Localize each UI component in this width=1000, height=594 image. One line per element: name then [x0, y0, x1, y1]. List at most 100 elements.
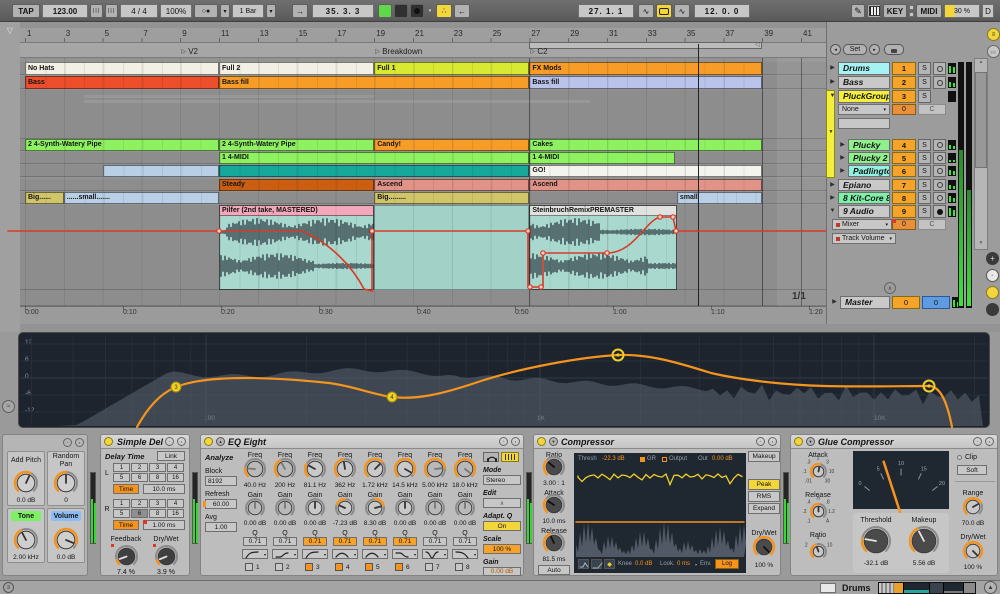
track-fold-button-5[interactable]: ▶	[838, 154, 847, 163]
makeup-button[interactable]: Makeup	[748, 451, 780, 462]
macro-knob-1[interactable]	[12, 469, 40, 497]
solo-button-7[interactable]: S	[918, 179, 931, 191]
audio-clip[interactable]: SteinbruchRemixPREMASTER	[529, 205, 677, 290]
rms-button[interactable]: RMS	[748, 491, 780, 502]
track-name-8[interactable]: 8 Kit-Core 80	[838, 192, 890, 204]
knee-value[interactable]: 0.0 dB	[635, 560, 657, 568]
feedback-knob[interactable]	[113, 543, 140, 570]
spectrum-resize-icon[interactable]: ≈	[2, 400, 15, 413]
band-8-q-value[interactable]: 0.71	[453, 537, 477, 546]
play-button[interactable]	[378, 4, 392, 18]
save-preset-icon[interactable]: ▪	[985, 437, 994, 446]
track-fold-button-8[interactable]: ▶	[828, 194, 837, 203]
band-2-enable-checkbox[interactable]	[275, 563, 283, 571]
refresh-value[interactable]: 60.00	[205, 499, 237, 509]
glue-drywet-knob[interactable]	[961, 539, 985, 563]
band-7-enable-checkbox[interactable]	[425, 563, 433, 571]
delay-l-beat-2[interactable]: 2	[131, 463, 148, 472]
solo-button-1[interactable]: S	[918, 62, 931, 75]
hot-swap-icon[interactable]: ◦	[973, 437, 982, 446]
group-chain-blank-box[interactable]	[838, 118, 890, 129]
locator-flag-icon[interactable]: ▷	[530, 48, 536, 56]
track-number-box-1[interactable]: 1	[892, 62, 916, 75]
band-6-type-selector[interactable]: ▾	[392, 549, 418, 559]
band-5-q-value[interactable]: 0.71	[363, 537, 387, 546]
delay-r-beat-8[interactable]: 8	[149, 509, 166, 518]
track-name-9[interactable]: 9 Audio	[838, 205, 890, 218]
midi-clip[interactable]: Big.........	[374, 192, 530, 204]
band-2-type-selector[interactable]: ▾	[272, 549, 298, 559]
delay-l-mode-button[interactable]: Time	[113, 484, 139, 494]
eq-spectrum-panel[interactable]: 12 6 0 -6 -12 100 1K 10K 34	[18, 332, 990, 429]
band-1-enable-checkbox[interactable]	[245, 563, 253, 571]
group-chain-selector[interactable]: None ▾	[838, 104, 890, 115]
quantization-display[interactable]: 1 Bar	[232, 4, 264, 18]
band-6-freq-knob[interactable]	[392, 456, 418, 482]
midi-clip[interactable]: Cakes	[529, 139, 763, 151]
delay-r-beat-6[interactable]: 6	[131, 509, 148, 518]
locator-label[interactable]: C2	[537, 47, 617, 56]
band-3-gain-knob[interactable]	[303, 496, 327, 520]
group-crossfade-box[interactable]: C	[918, 104, 946, 115]
solo-button-9[interactable]: S	[918, 205, 931, 218]
track-fold-button-2[interactable]: ▶	[828, 78, 837, 87]
comp-drywet-knob[interactable]	[751, 534, 777, 560]
midi-clip[interactable]: small	[676, 192, 763, 204]
solo-button-4[interactable]: S	[918, 139, 931, 151]
macro-knob-3[interactable]	[12, 526, 40, 554]
arm-button-4[interactable]	[933, 139, 946, 151]
link-button[interactable]: Link	[157, 451, 185, 461]
midi-clip[interactable]: 1 4-MIDI	[529, 152, 675, 164]
loop-length-display[interactable]: 12. 0. 0	[694, 4, 750, 18]
set-locator-button[interactable]: Set	[843, 44, 867, 55]
mixer-sections-icon[interactable]: |||	[987, 45, 1000, 58]
io-options-icon[interactable]: ≡	[987, 28, 1000, 41]
thresh-value[interactable]: -22.3 dB	[602, 455, 634, 463]
key-map-button[interactable]: KEY	[883, 4, 907, 18]
band-4-freq-knob[interactable]	[332, 456, 358, 482]
band-1-freq-knob[interactable]	[242, 456, 268, 482]
draw-mode-button[interactable]: ✎	[851, 4, 865, 18]
track-name-6[interactable]: Padlington	[848, 165, 890, 177]
quantization-menu-button[interactable]: ▾	[266, 4, 276, 18]
drywet-knob[interactable]	[153, 543, 180, 570]
follow-playhead-icon[interactable]: ◦	[986, 269, 999, 282]
delay-r-beat-16[interactable]: 16	[167, 509, 184, 518]
track-number-box-7[interactable]: 7	[892, 179, 916, 191]
record-button[interactable]	[410, 4, 424, 18]
band-3-freq-knob[interactable]	[302, 456, 328, 482]
band-3-type-selector[interactable]: ▾	[302, 549, 328, 559]
track-fold-button-4[interactable]: ▶	[838, 141, 847, 150]
delay-r-beat-2[interactable]: 2	[131, 499, 148, 508]
audition-button[interactable]	[483, 452, 499, 462]
track-fold-button-3[interactable]: ▼	[828, 92, 837, 101]
midi-map-button[interactable]: MIDI	[916, 4, 942, 18]
band-8-type-selector[interactable]: ▾	[452, 549, 478, 559]
midi-clip[interactable]: 2 4-Synth-Watery Pipe	[25, 139, 219, 151]
midi-clip[interactable]: Bass fill	[219, 76, 530, 89]
loop-start-display[interactable]: 27. 1. 1	[578, 4, 634, 18]
hot-swap-icon[interactable]: ◦	[756, 437, 765, 446]
delay-l-beat-8[interactable]: 8	[149, 473, 166, 482]
band-6-enable-checkbox[interactable]	[395, 563, 403, 571]
arm-button-2[interactable]	[933, 76, 946, 89]
glue-makeup-knob[interactable]	[907, 524, 941, 558]
punch-out-button[interactable]: ∿	[674, 4, 690, 18]
header-scroll-right-button[interactable]: ▸	[869, 44, 880, 55]
metronome-menu-button[interactable]: ▾	[220, 4, 230, 18]
band-4-gain-knob[interactable]	[333, 496, 357, 520]
automation-crossfade-box[interactable]: C	[918, 219, 946, 230]
midi-clip[interactable]: 1 4-MIDI	[219, 152, 530, 164]
midi-clip[interactable]: Steady	[219, 179, 375, 191]
arm-button-7[interactable]	[933, 179, 946, 191]
block-selector[interactable]: 8192	[205, 476, 237, 486]
ratio-knob[interactable]	[541, 454, 567, 480]
band-2-q-value[interactable]: 0.71	[273, 537, 297, 546]
band-5-type-selector[interactable]: ▾	[362, 549, 388, 559]
band-6-gain-knob[interactable]	[393, 496, 417, 520]
band-1-q-value[interactable]: 0.71	[243, 537, 267, 546]
release-knob[interactable]	[541, 530, 567, 556]
device-activator-mini[interactable]	[820, 583, 836, 593]
hot-swap-icon[interactable]: ◦	[63, 438, 72, 447]
track-number-box-2[interactable]: 2	[892, 76, 916, 89]
